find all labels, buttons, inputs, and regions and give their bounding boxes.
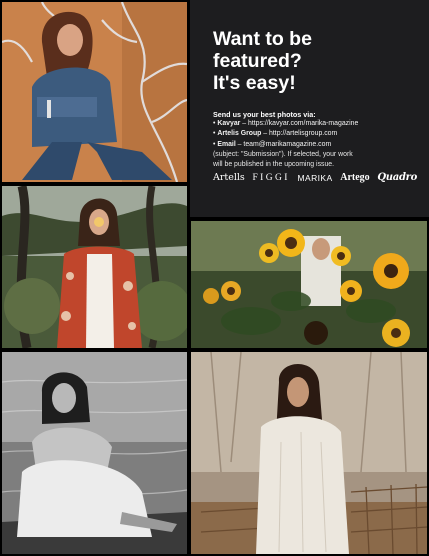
contact-name: Artelis Group <box>217 130 262 138</box>
headline: Want to be featured? It's easy! <box>213 28 415 94</box>
marika-logo[interactable]: MARIKA <box>298 173 333 183</box>
partner-logos: Artells FIGGI MARIKA Artego Quadro <box>213 172 417 183</box>
headline-line: It's easy! <box>213 72 296 94</box>
contact-kavyar: • Kavyar – https://kavyar.com/marika-mag… <box>213 119 415 129</box>
submission-note: (subject: "Submission"). If selected, yo… <box>213 150 353 158</box>
photo-sunflowers <box>191 221 427 348</box>
photo-floral-kimono <box>2 186 187 348</box>
photo-denim-model <box>2 2 187 182</box>
contact-link[interactable]: – team@marikamagazine.com <box>238 141 332 148</box>
figgi-logo[interactable]: FIGGI <box>253 173 290 183</box>
headline-line: Want to be <box>213 28 312 50</box>
headline-line: featured? <box>213 50 302 72</box>
contact-name: Email <box>217 140 236 148</box>
bullet: • <box>213 130 216 138</box>
quadro-logo[interactable]: Quadro <box>377 172 417 183</box>
photo-bw-seaside <box>2 352 187 554</box>
artells-logo[interactable]: Artells <box>213 172 245 183</box>
photo-knit-sweater <box>191 352 427 554</box>
contact-link[interactable]: – https://kavyar.com/marika-magazine <box>242 120 358 127</box>
submission-info-panel: Want to be featured? It's easy! Send us … <box>190 0 429 217</box>
bullet: • <box>213 140 216 148</box>
contact-name: Kavyar <box>217 120 241 127</box>
artego-logo[interactable]: Artego <box>340 172 369 183</box>
send-heading: Send us your best photos via: <box>213 110 316 119</box>
bullet: • <box>213 120 216 127</box>
contact-artelis: • Artelis Group – http://artelisgroup.co… <box>213 129 415 139</box>
contact-email: • Email – team@marikamagazine.com <box>213 140 415 150</box>
submission-note: will be published in the upcoming issue. <box>213 161 335 169</box>
contact-link[interactable]: – http://artelisgroup.com <box>263 130 337 137</box>
